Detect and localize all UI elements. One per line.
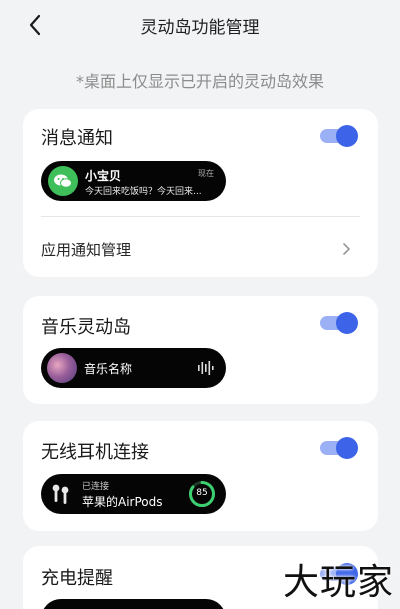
charging-preview-pill	[41, 599, 226, 609]
earbuds-title: 无线耳机连接	[41, 442, 149, 463]
connection-status: 已连接	[82, 482, 110, 492]
battery-ring: 85	[188, 480, 216, 508]
battery-level: 85	[196, 488, 208, 498]
charging-title: 充电提醒	[41, 568, 113, 589]
earbuds-toggle[interactable]	[320, 437, 358, 459]
song-name: 音乐名称	[84, 362, 133, 376]
music-island-card: 音乐灵动岛 音乐名称	[23, 296, 378, 404]
header: 灵动岛功能管理	[0, 0, 400, 50]
page-title: 灵动岛功能管理	[140, 18, 260, 38]
music-island-title: 音乐灵动岛	[41, 317, 131, 338]
app-notification-management-label[interactable]: 应用通知管理	[41, 239, 131, 260]
hint-text: *桌面上仅显示已开启的灵动岛效果	[75, 72, 324, 91]
device-name: 苹果的AirPods	[82, 495, 163, 509]
chevron-right-icon[interactable]	[342, 241, 352, 255]
message-notification-toggle[interactable]	[320, 125, 358, 147]
airpods-icon	[50, 482, 72, 506]
earbuds-card: 无线耳机连接 已连接 苹果的AirPods 85	[23, 421, 378, 531]
waveform-icon	[197, 360, 215, 376]
toggle-knob	[336, 312, 358, 334]
divider	[41, 216, 360, 217]
wechat-icon	[48, 166, 78, 196]
music-island-toggle[interactable]	[320, 312, 358, 334]
music-preview-pill: 音乐名称	[41, 348, 226, 388]
toggle-knob	[336, 437, 358, 459]
message-preview-pill: 小宝贝 现在 今天回来吃饭吗？今天回来...	[41, 161, 226, 201]
earbuds-preview-pill: 已连接 苹果的AirPods 85	[41, 474, 226, 514]
message-text: 今天回来吃饭吗？今天回来...	[85, 187, 202, 197]
message-notification-card: 消息通知 小宝贝 现在 今天回来吃饭吗？今天回来... 应用通知管理	[23, 109, 378, 277]
message-sender: 小宝贝	[85, 169, 122, 183]
message-notification-title: 消息通知	[41, 128, 113, 149]
message-time: 现在	[198, 169, 214, 178]
toggle-knob	[336, 125, 358, 147]
watermark-logo: 大玩家	[282, 562, 394, 603]
album-cover-icon	[47, 353, 77, 383]
